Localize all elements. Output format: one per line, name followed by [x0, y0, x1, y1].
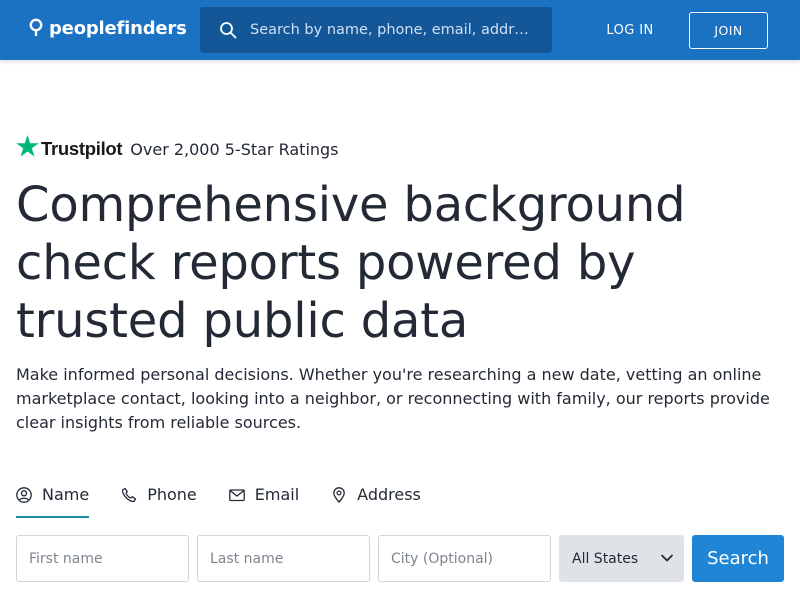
state-select[interactable]: All States [559, 535, 684, 582]
person-icon [16, 487, 32, 503]
top-navigation-bar: peoplefinders LOG IN JOIN [0, 0, 800, 60]
first-name-input[interactable] [17, 536, 188, 581]
hero-title: Comprehensive background check reports p… [16, 177, 686, 349]
search-type-tabs: Name Phone Email Address [16, 482, 453, 518]
tab-email[interactable]: Email [228, 482, 300, 518]
map-pin-icon [333, 487, 346, 503]
city-field[interactable] [378, 535, 551, 582]
trustpilot-star-icon [16, 135, 39, 157]
header-search-box[interactable] [200, 7, 552, 53]
last-name-input[interactable] [198, 536, 369, 581]
first-name-field[interactable] [16, 535, 189, 582]
login-link[interactable]: LOG IN [600, 14, 660, 46]
trustpilot-rating: Trustpilot Over 2,000 5-Star Ratings [16, 134, 339, 162]
tab-address-label: Address [357, 485, 421, 504]
search-button[interactable]: Search [692, 535, 784, 582]
trustpilot-logo-text: Trustpilot [41, 138, 123, 159]
envelope-icon [228, 489, 245, 502]
tab-email-label: Email [254, 485, 300, 504]
tab-phone[interactable]: Phone [121, 482, 197, 518]
location-pin-logo-icon [29, 18, 43, 36]
tab-address[interactable]: Address [331, 482, 421, 518]
join-button[interactable]: JOIN [689, 12, 768, 49]
phone-icon [122, 487, 137, 503]
tab-name[interactable]: Name [16, 482, 90, 518]
tab-name-label: Name [42, 485, 90, 504]
last-name-field[interactable] [197, 535, 370, 582]
city-input[interactable] [379, 536, 550, 581]
header-search-input[interactable] [250, 7, 552, 53]
search-icon[interactable] [219, 21, 237, 39]
hero-subtitle: Make informed personal decisions. Whethe… [16, 365, 770, 432]
tab-phone-label: Phone [147, 485, 197, 504]
state-select-value: All States [572, 550, 639, 567]
peoplefinders-logo[interactable]: peoplefinders [28, 15, 187, 41]
chevron-down-icon [661, 554, 673, 562]
logo-text: peoplefinders [49, 17, 187, 39]
rating-count-text: Over 2,000 5-Star Ratings [130, 139, 339, 159]
